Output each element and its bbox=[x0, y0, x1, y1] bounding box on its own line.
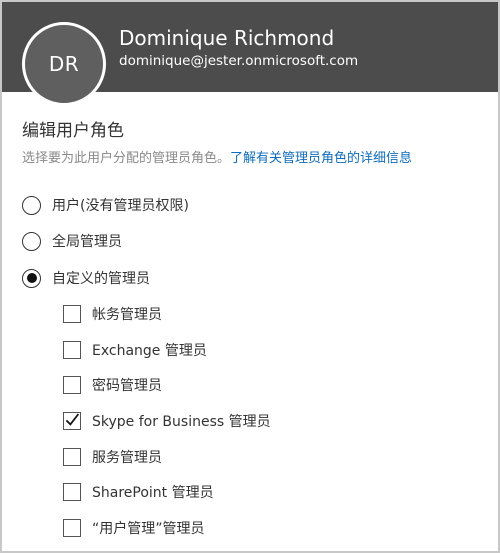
checkbox-label: 帐务管理员 bbox=[92, 307, 162, 323]
page-title: 编辑用户角色 bbox=[22, 121, 124, 141]
radio-button-selected[interactable] bbox=[22, 268, 41, 288]
radio-option-custom-admin[interactable]: 自定义的管理员 bbox=[22, 268, 150, 288]
checkbox[interactable] bbox=[63, 376, 81, 394]
checkbox[interactable] bbox=[63, 448, 81, 466]
radio-option-user[interactable]: 用户(没有管理员权限) bbox=[22, 195, 189, 215]
checkbox-label: SharePoint 管理员 bbox=[92, 485, 214, 501]
checkbox-label: Skype for Business 管理员 bbox=[92, 414, 271, 430]
user-header: DR Dominique Richmond dominique@jester.o… bbox=[2, 2, 498, 106]
checkbox-checked[interactable] bbox=[63, 412, 81, 430]
learn-more-link[interactable]: 了解有关管理员角色的详细信息 bbox=[230, 151, 412, 166]
checkbox-option-exchange-admin[interactable]: Exchange 管理员 bbox=[63, 340, 207, 360]
checkbox-label: Exchange 管理员 bbox=[92, 343, 207, 359]
checkbox-option-skype-admin[interactable]: Skype for Business 管理员 bbox=[63, 411, 271, 431]
checkbox-option-service-admin[interactable]: 服务管理员 bbox=[63, 447, 162, 467]
description-text: 选择要为此用户分配的管理员角色。了解有关管理员角色的详细信息 bbox=[22, 147, 412, 166]
checkbox-label: 服务管理员 bbox=[92, 450, 162, 466]
checkmark-icon bbox=[65, 413, 80, 426]
checkbox[interactable] bbox=[63, 305, 81, 323]
checkbox-option-user-management-admin[interactable]: “用户管理”管理员 bbox=[63, 518, 205, 538]
checkbox[interactable] bbox=[63, 341, 81, 359]
checkbox-option-billing-admin[interactable]: 帐务管理员 bbox=[63, 304, 162, 324]
description-label: 选择要为此用户分配的管理员角色。 bbox=[22, 151, 231, 166]
checkbox-label: “用户管理”管理员 bbox=[92, 521, 205, 537]
radio-label: 自定义的管理员 bbox=[52, 271, 150, 287]
radio-button[interactable] bbox=[22, 231, 41, 251]
edit-user-roles-panel: DR Dominique Richmond dominique@jester.o… bbox=[0, 0, 500, 553]
checkbox[interactable] bbox=[63, 483, 81, 501]
radio-option-global-admin[interactable]: 全局管理员 bbox=[22, 231, 122, 251]
radio-label: 用户(没有管理员权限) bbox=[52, 198, 189, 214]
radio-selected-dot bbox=[26, 273, 37, 283]
checkbox-option-password-admin[interactable]: 密码管理员 bbox=[63, 375, 162, 395]
checkbox-option-sharepoint-admin[interactable]: SharePoint 管理员 bbox=[63, 482, 214, 502]
checkbox-label: 密码管理员 bbox=[92, 378, 162, 394]
user-name: Dominique Richmond bbox=[119, 26, 335, 50]
checkbox[interactable] bbox=[63, 519, 81, 537]
avatar: DR bbox=[22, 22, 106, 106]
radio-label: 全局管理员 bbox=[52, 234, 122, 250]
user-email: dominique@jester.onmicrosoft.com bbox=[119, 53, 359, 69]
radio-button[interactable] bbox=[22, 195, 41, 215]
